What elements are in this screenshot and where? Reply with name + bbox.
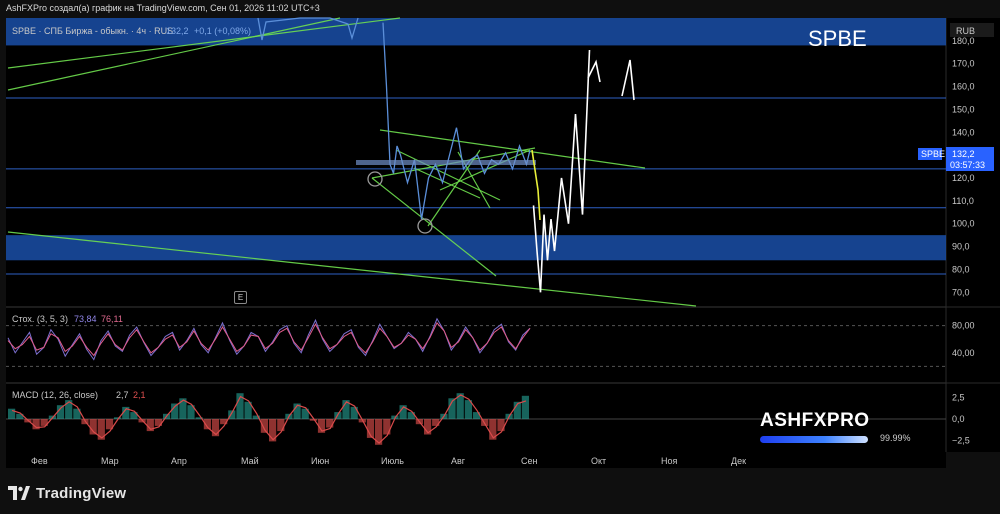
legend-last-value: 132,2 [166, 26, 189, 36]
price-tick-label: 70,0 [952, 287, 970, 297]
ticker-watermark: SPBE [808, 26, 867, 51]
ashfxpro-overlay: ASHFXPRO 99.99% [752, 408, 922, 454]
macd-histogram-bar [521, 395, 529, 420]
stoch-k-value: 73,84 [74, 314, 97, 324]
tradingview-wordmark: TradingView [36, 484, 127, 502]
time-axis-label: Сен [521, 456, 538, 466]
macd-histogram-bar [260, 419, 268, 433]
macd-histogram-bar [326, 419, 334, 428]
price-tick-label: 140,0 [952, 127, 975, 137]
overlay-progress-bar [760, 436, 868, 443]
price-tick-label: 160,0 [952, 82, 975, 92]
time-axis[interactable] [6, 452, 946, 468]
macd-histogram-bar [277, 419, 285, 432]
last-price: 132,2 [952, 149, 975, 159]
macd-tick-label: −2,5 [952, 436, 970, 446]
legend-change: +0,1 (+0,08%) [194, 26, 251, 36]
time-axis-label: Апр [171, 456, 187, 466]
macd-tick-label: 2,5 [952, 392, 965, 402]
stoch-tick-label: 40,00 [952, 348, 975, 358]
currency-label: RUB [956, 26, 975, 36]
price-tick-label: 120,0 [952, 173, 975, 183]
ticker-tag-label: SPBE [921, 149, 945, 159]
time-axis-label: Мар [101, 456, 119, 466]
price-tick-label: 110,0 [952, 196, 974, 206]
time-axis-label: Авг [451, 456, 466, 466]
macd-histogram-bar [497, 419, 505, 432]
overlay-percent: 99.99% [880, 433, 911, 443]
time-axis-label: Дек [731, 456, 746, 466]
time-axis-label: Окт [591, 456, 606, 466]
stoch-d-value: 76,11 [101, 314, 123, 324]
time-axis-label: Фев [31, 456, 48, 466]
legend-symbol: SPBE · СПБ Биржа - обыкн. · 4ч · RUS [12, 26, 173, 36]
tradingview-footer[interactable]: TradingView [8, 482, 126, 504]
macd-title: MACD (12, 26, close) [12, 390, 98, 400]
time-axis-label: Май [241, 456, 259, 466]
stoch-title: Стох. (3, 5, 3) [12, 314, 68, 324]
time-axis-label: Июль [381, 456, 404, 466]
price-tick-label: 170,0 [952, 59, 975, 69]
time-axis-label: Июн [311, 456, 329, 466]
bar-countdown: 03:57:33 [950, 160, 985, 170]
price-tick-label: 150,0 [952, 104, 975, 114]
tradingview-logo-icon [8, 486, 30, 500]
macd-value: 2,7 [116, 390, 129, 400]
overlay-brand-name: ASHFXPRO [760, 410, 870, 431]
consolidation-box [356, 160, 536, 165]
price-tick-label: 80,0 [952, 264, 970, 274]
stoch-tick-label: 80,00 [952, 321, 975, 331]
price-tick-label: 180,0 [952, 36, 975, 46]
price-tick-label: 90,0 [952, 242, 970, 252]
support-resistance-zone [6, 235, 946, 261]
macd-histogram-bar [407, 412, 415, 419]
signal-value: 2,1 [133, 390, 146, 400]
time-axis-label: Ноя [661, 456, 678, 466]
macd-tick-label: 0,0 [952, 414, 965, 424]
earnings-marker[interactable]: E [234, 291, 247, 304]
macd-histogram-bar [8, 408, 16, 419]
price-tick-label: 100,0 [952, 219, 975, 229]
